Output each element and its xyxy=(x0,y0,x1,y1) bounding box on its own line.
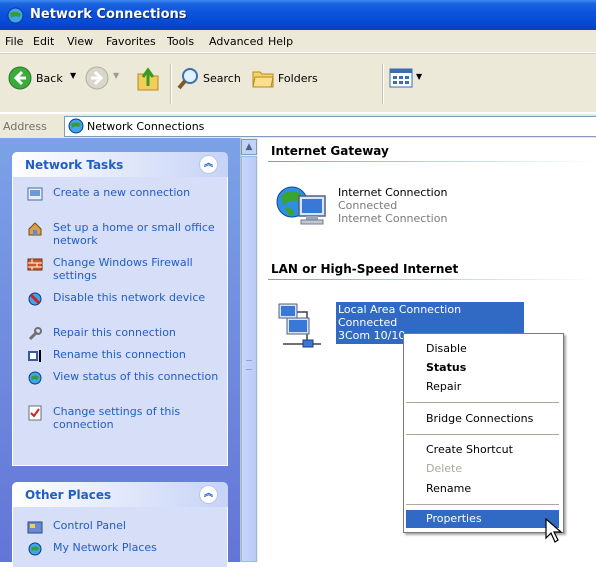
search-label: Search xyxy=(203,72,241,85)
rename-icon xyxy=(28,350,41,362)
network-places-icon xyxy=(28,542,42,556)
firewall-icon xyxy=(27,258,43,271)
lan-connection-icon[interactable] xyxy=(275,298,331,354)
menu-item-rename[interactable]: Rename xyxy=(426,482,471,495)
network-tasks-panel: Network Tasks ︽ Create a new connection … xyxy=(12,152,228,466)
back-dropdown-icon[interactable]: ▼ xyxy=(70,71,76,80)
menu-favorites[interactable]: Favorites xyxy=(106,35,156,48)
new-connection-icon xyxy=(27,187,43,201)
menu-advanced[interactable]: Advanced xyxy=(209,35,263,48)
views-dropdown-icon[interactable]: ▼ xyxy=(416,72,422,81)
folders-label: Folders xyxy=(278,72,318,85)
search-icon xyxy=(177,68,198,90)
internet-connection-name: Internet Connection xyxy=(338,186,448,199)
internet-connection-item[interactable]: Internet Connection Connected Internet C… xyxy=(338,186,447,225)
menu-bar: File Edit View Favorites Tools Advanced … xyxy=(0,30,596,53)
settings-icon xyxy=(28,405,42,421)
address-bar: Address Network Connections xyxy=(0,113,596,139)
task-pane: Network Tasks ︽ Create a new connection … xyxy=(0,138,240,568)
address-field[interactable]: Network Connections xyxy=(64,116,596,137)
group-divider xyxy=(268,279,596,280)
lan-connection-status: Connected xyxy=(338,316,398,329)
menu-edit[interactable]: Edit xyxy=(33,35,54,48)
status-icon xyxy=(28,371,42,385)
up-folder-icon[interactable] xyxy=(136,66,160,92)
collapse-chevron-icon[interactable]: ︽ xyxy=(199,485,218,504)
other-places-title: Other Places xyxy=(25,488,112,502)
repair-icon xyxy=(28,327,42,341)
menu-view[interactable]: View xyxy=(67,35,93,48)
lan-connection-name: Local Area Connection xyxy=(338,303,462,316)
internet-gateway-icon[interactable] xyxy=(275,178,331,234)
menu-tools[interactable]: Tools xyxy=(167,35,194,48)
menu-item-delete: Delete xyxy=(426,462,463,475)
thumb-grip-icon xyxy=(246,360,252,370)
menu-separator xyxy=(406,504,559,505)
menu-file[interactable]: File xyxy=(5,35,23,48)
menu-item-properties[interactable]: Properties xyxy=(426,512,482,525)
menu-item-repair[interactable]: Repair xyxy=(426,380,461,393)
address-value: Network Connections xyxy=(87,120,205,133)
network-tasks-body: Create a new connection Set up a home or… xyxy=(12,177,228,466)
folders-icon xyxy=(252,71,274,88)
network-tasks-title: Network Tasks xyxy=(25,158,124,172)
back-arrow-icon xyxy=(8,66,32,90)
back-label: Back xyxy=(36,72,63,85)
toolbar: Back ▼ ▼ Search Folders ▼ xyxy=(0,53,596,112)
forward-dropdown-icon[interactable]: ▼ xyxy=(113,71,119,80)
network-connections-icon xyxy=(68,118,84,134)
menu-item-create-shortcut[interactable]: Create Shortcut xyxy=(426,443,513,456)
mouse-cursor-icon xyxy=(545,518,563,543)
internet-connection-type: Internet Connection xyxy=(338,212,448,225)
menu-separator xyxy=(406,434,559,435)
menu-item-disable[interactable]: Disable xyxy=(426,342,467,355)
internet-connection-status: Connected xyxy=(338,199,398,212)
menu-separator xyxy=(406,402,559,403)
scrollbar-thumb[interactable] xyxy=(241,156,257,562)
home-network-icon xyxy=(28,222,42,236)
menu-item-status[interactable]: Status xyxy=(426,361,466,374)
other-places-panel: Other Places ︽ Control Panel My Network … xyxy=(12,482,228,568)
title-bar[interactable]: Network Connections xyxy=(0,0,596,30)
window-title: Network Connections xyxy=(30,7,187,22)
group-heading-gateway: Internet Gateway xyxy=(271,144,389,158)
context-menu: Disable Status Repair Bridge Connections… xyxy=(403,333,564,533)
forward-arrow-icon xyxy=(85,66,109,90)
views-icon xyxy=(389,68,413,88)
address-label: Address xyxy=(3,120,47,133)
group-divider xyxy=(268,161,596,162)
collapse-chevron-icon[interactable]: ︽ xyxy=(199,155,218,174)
menu-item-bridge[interactable]: Bridge Connections xyxy=(426,412,533,425)
forward-button[interactable]: ▼ xyxy=(85,66,119,93)
disable-icon xyxy=(28,292,42,306)
other-places-header[interactable]: Other Places ︽ xyxy=(12,482,228,507)
network-connections-icon xyxy=(7,7,24,24)
network-tasks-header[interactable]: Network Tasks ︽ xyxy=(12,152,228,177)
group-heading-lan: LAN or High-Speed Internet xyxy=(271,262,459,276)
scroll-up-icon[interactable]: ▲ xyxy=(241,139,257,155)
menu-help[interactable]: Help xyxy=(268,35,293,48)
control-panel-icon xyxy=(27,521,43,534)
other-places-body: Control Panel My Network Places xyxy=(12,507,228,568)
